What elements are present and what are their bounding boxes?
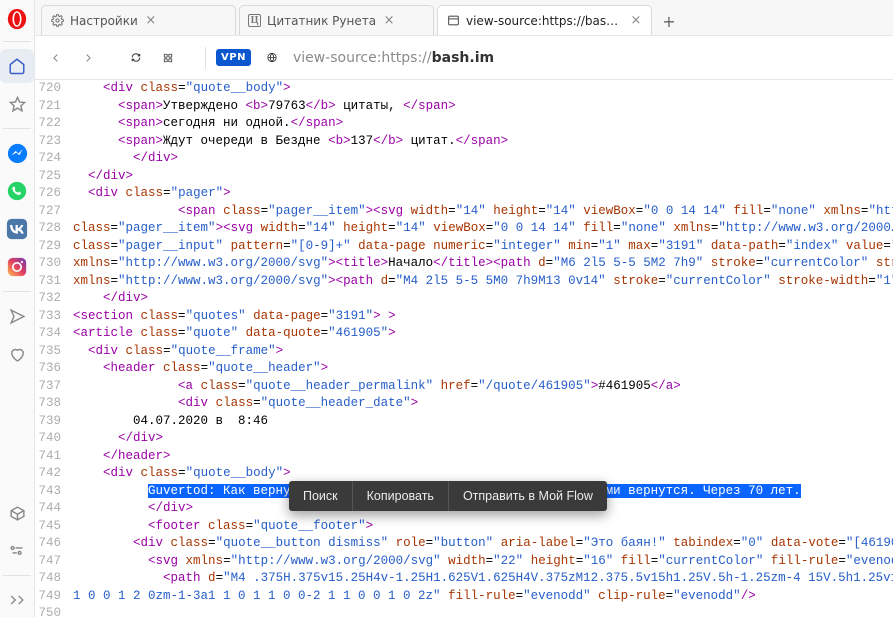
personal-news-icon[interactable] (0, 337, 34, 371)
speeddial-button[interactable] (157, 47, 179, 69)
favicon-icon: Ц (248, 14, 261, 27)
ctx-search[interactable]: Поиск (289, 481, 352, 511)
gear-icon (50, 14, 64, 28)
whatsapp-icon[interactable] (0, 174, 34, 208)
vpn-badge[interactable]: VPN (216, 49, 251, 66)
close-icon[interactable]: × (629, 14, 643, 28)
address-bar: VPN view-source:https://bash.im (35, 36, 893, 80)
bookmarks-icon[interactable] (0, 87, 34, 121)
tab-bash[interactable]: Ц Цитатник Рунета × (239, 5, 434, 35)
settings-icon[interactable] (0, 534, 34, 568)
opera-logo[interactable] (4, 6, 30, 32)
tab-title: Цитатник Рунета (267, 14, 376, 28)
tab-viewsource[interactable]: view-source:https://bash.im × (437, 5, 652, 35)
ctx-copy[interactable]: Копировать (353, 481, 448, 511)
tab-title: Настройки (70, 14, 138, 28)
instagram-icon[interactable] (0, 250, 34, 284)
send-icon[interactable] (0, 299, 34, 333)
main-area: Настройки × Ц Цитатник Рунета × view-sou… (35, 0, 893, 617)
new-tab-button[interactable]: + (655, 7, 683, 35)
close-icon[interactable]: × (382, 14, 396, 28)
tab-settings[interactable]: Настройки × (41, 5, 236, 35)
collapse-icon[interactable] (0, 583, 34, 617)
tab-bar: Настройки × Ц Цитатник Рунета × view-sou… (35, 0, 893, 36)
url-display[interactable]: view-source:https://bash.im (293, 50, 893, 66)
line-gutter: 7207217227237247257267277287297307317327… (35, 80, 67, 617)
back-button[interactable] (45, 47, 67, 69)
reload-button[interactable] (125, 47, 147, 69)
favicon-icon (446, 14, 460, 28)
site-info-icon[interactable] (261, 47, 283, 69)
sidebar (0, 0, 35, 617)
tab-title: view-source:https://bash.im (466, 14, 623, 28)
context-menu: Поиск Копировать Отправить в Мой Flow (289, 481, 607, 511)
extensions-icon[interactable] (0, 496, 34, 530)
speed-dial-icon[interactable] (0, 49, 34, 83)
forward-button[interactable] (77, 47, 99, 69)
ctx-flow[interactable]: Отправить в Мой Flow (449, 481, 607, 511)
messenger-icon[interactable] (0, 136, 34, 170)
source-view[interactable]: 7207217227237247257267277287297307317327… (35, 80, 893, 617)
vk-icon[interactable] (0, 212, 34, 246)
source-code[interactable]: <div class="quote__body"> <span>Утвержде… (67, 80, 893, 617)
close-icon[interactable]: × (144, 14, 158, 28)
